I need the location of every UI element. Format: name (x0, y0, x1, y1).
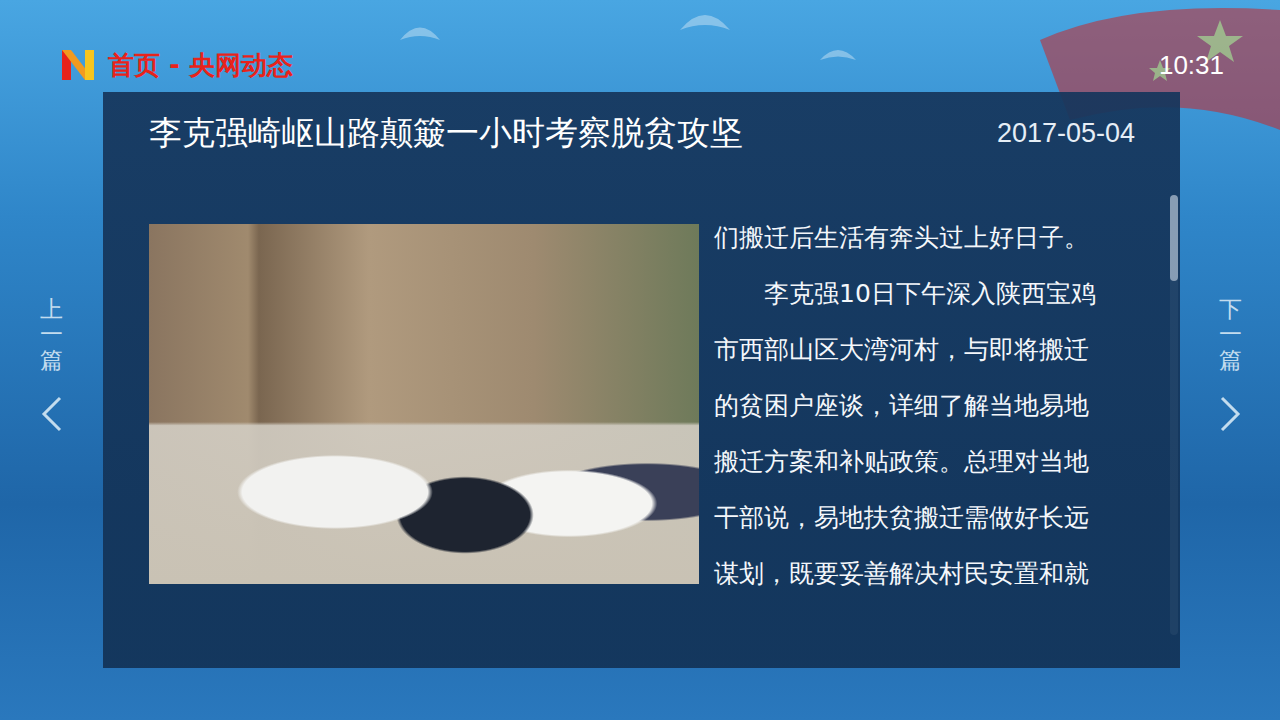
body-line: 谋划，既要妥善解决村民安置和就 (714, 546, 1144, 602)
body-line: 的贫困户座谈，详细了解当地易地 (714, 378, 1144, 434)
header-bar: 首页 - 央网动态 10:31 (0, 0, 1280, 92)
main-area: 上一篇 李克强崎岖山路颠簸一小时考察脱贫攻坚 2017-05-04 们搬迁后生活有奔头… (0, 92, 1280, 720)
article-content: 们搬迁后生活有奔头过上好日子。李克强10日下午深入陕西宝鸡市西部山区大湾河村，与… (103, 174, 1180, 602)
article-title: 李克强崎岖山路颠簸一小时考察脱贫攻坚 (149, 113, 743, 153)
body-line: 市西部山区大湾河村，与即将搬迁 (714, 322, 1144, 378)
chevron-left-icon (41, 395, 63, 433)
logo-icon (60, 47, 96, 83)
body-line: 们搬迁后生活有奔头过上好日子。 (714, 210, 1144, 266)
article-body: 们搬迁后生活有奔头过上好日子。李克强10日下午深入陕西宝鸡市西部山区大湾河村，与… (714, 210, 1144, 602)
body-line: 搬迁方案和补贴政策。总理对当地 (714, 434, 1144, 490)
clock: 10:31 (1159, 47, 1224, 83)
chevron-right-icon (1219, 395, 1241, 433)
breadcrumb[interactable]: 首页 - 央网动态 (108, 47, 293, 83)
article-date: 2017-05-04 (997, 113, 1135, 154)
body-line: 李克强10日下午深入陕西宝鸡 (714, 266, 1144, 322)
scrollbar-track[interactable] (1170, 195, 1178, 635)
article-panel: 李克强崎岖山路颠簸一小时考察脱贫攻坚 2017-05-04 们搬迁后生活有奔头过上好… (103, 92, 1180, 668)
title-row: 李克强崎岖山路颠簸一小时考察脱贫攻坚 2017-05-04 (103, 92, 1180, 174)
scrollbar-thumb[interactable] (1170, 195, 1178, 281)
body-line: 干部说，易地扶贫搬迁需做好长远 (714, 490, 1144, 546)
article-photo (149, 224, 699, 584)
breadcrumb-group: 首页 - 央网动态 (60, 47, 293, 83)
prev-article-button[interactable]: 上一篇 (0, 92, 103, 720)
doves-decoration (380, 0, 900, 90)
prev-label[interactable]: 上一篇 (40, 297, 63, 373)
next-label[interactable]: 下一篇 (1219, 297, 1242, 373)
next-article-button[interactable]: 下一篇 (1180, 92, 1280, 720)
photo-people (179, 354, 699, 584)
